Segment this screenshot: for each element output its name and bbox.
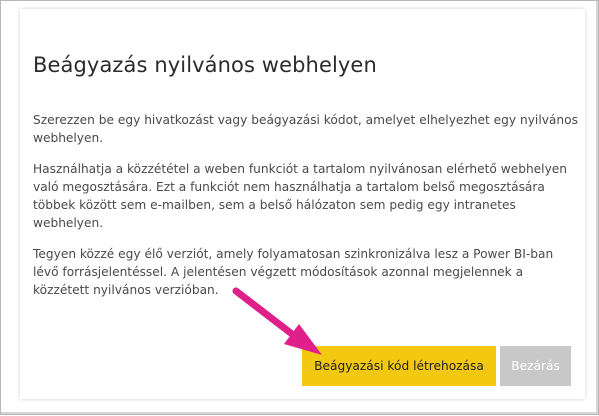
close-button[interactable]: Bezárás xyxy=(500,346,571,386)
screenshot-frame: Beágyazás nyilvános webhelyen Szerezzen … xyxy=(0,0,599,415)
dialog-paragraph-1: Szerezzen be egy hivatkozást vagy beágya… xyxy=(33,113,578,145)
embed-dialog: Beágyazás nyilvános webhelyen Szerezzen … xyxy=(20,9,585,399)
dialog-body: Szerezzen be egy hivatkozást vagy beágya… xyxy=(33,111,581,312)
dialog-title: Beágyazás nyilvános webhelyen xyxy=(33,53,377,77)
dialog-paragraph-2: Használhatja a közzététel a weben funkci… xyxy=(33,162,567,230)
create-embed-code-button[interactable]: Beágyazási kód létrehozása xyxy=(302,346,496,386)
dialog-paragraph-3: Tegyen közzé egy élő verziót, amely foly… xyxy=(33,247,554,297)
